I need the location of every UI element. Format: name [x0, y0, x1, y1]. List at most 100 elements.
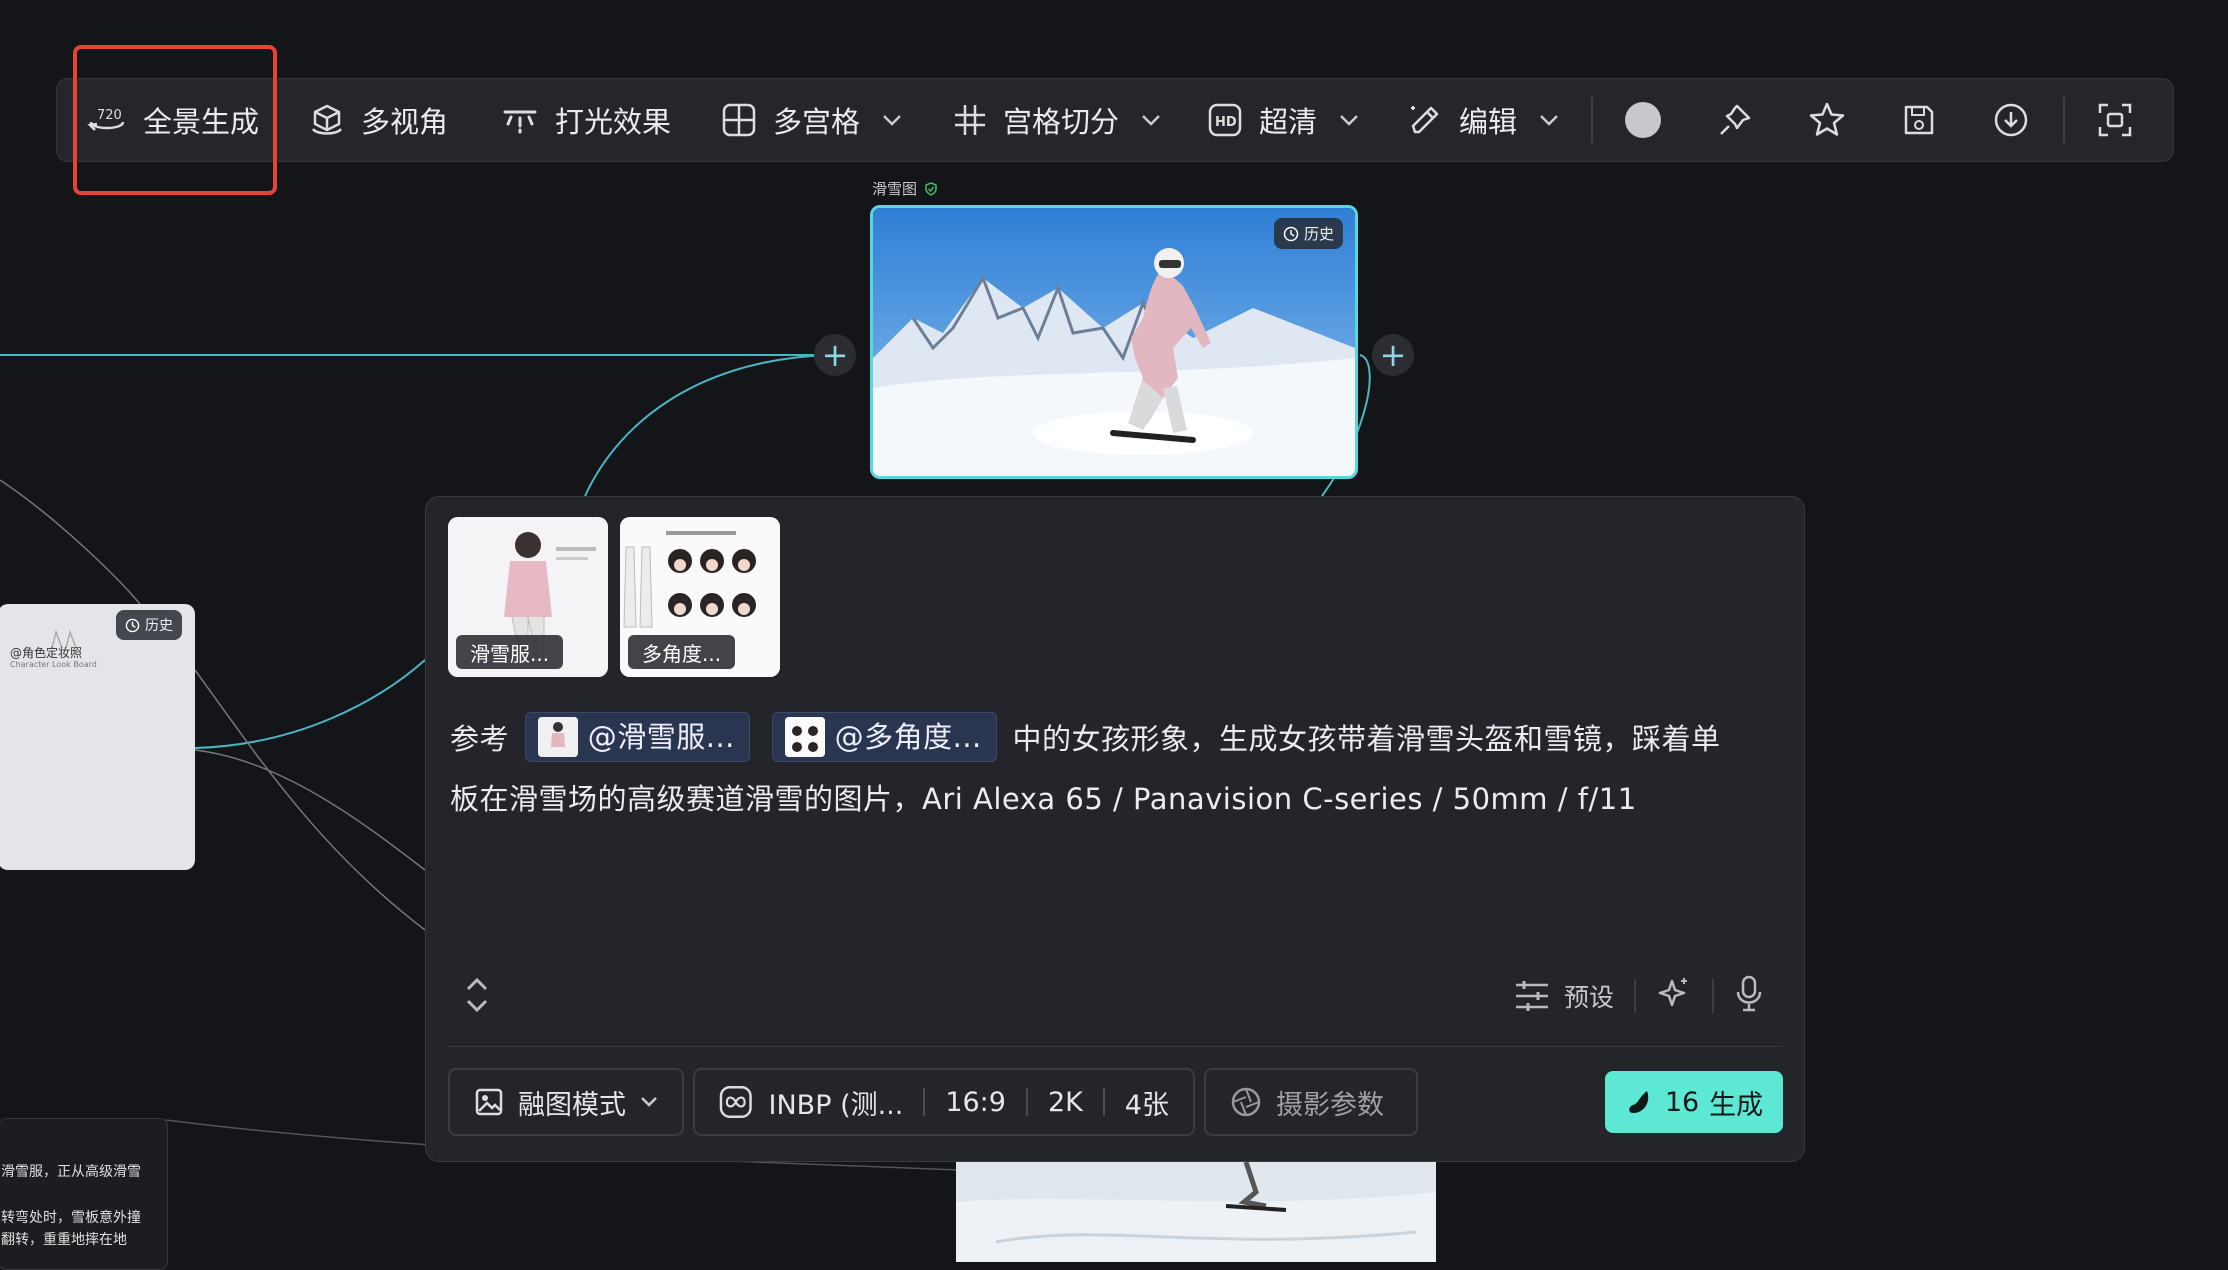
- mode-select[interactable]: 融图模式: [448, 1068, 684, 1136]
- chevron-down-icon: [883, 115, 901, 126]
- result-image: [956, 1162, 1436, 1262]
- separator: [1102, 1088, 1105, 1116]
- mention-chip[interactable]: @多角度...: [771, 712, 997, 762]
- chevron-down-icon: [1142, 115, 1160, 126]
- history-button[interactable]: 历史: [116, 610, 182, 640]
- mode-label: 融图模式: [518, 1089, 626, 1121]
- separator: [923, 1088, 926, 1116]
- hd-label: 超清: [1259, 105, 1318, 139]
- grid-split-label: 宫格切分: [1003, 105, 1120, 139]
- count-label: 4张: [1124, 1089, 1169, 1121]
- history-button[interactable]: 历史: [1273, 218, 1343, 249]
- multi-grid-button[interactable]: 多宫格: [721, 79, 902, 161]
- history-icon: [125, 618, 140, 632]
- color-picker-button[interactable]: [1621, 98, 1665, 142]
- multi-view-button[interactable]: 多视角: [309, 79, 448, 161]
- prompt-prefix: 参考: [450, 722, 510, 756]
- grid-icon: [722, 103, 756, 137]
- prompt-text: 中的女孩形象，生成女孩带着滑雪头盔和雪镜，踩着单: [1012, 722, 1721, 756]
- tools-divider: [1634, 979, 1636, 1013]
- prompt-text: 板在滑雪场的高级赛道滑雪的图片，Ari Alexa 65 / Panavisio…: [450, 782, 1637, 816]
- chevron-down-icon: [641, 1097, 657, 1107]
- add-output-button[interactable]: +: [1372, 334, 1414, 376]
- prompt-tools: 预设: [1514, 971, 1764, 1021]
- plus-icon: +: [1379, 336, 1407, 374]
- camera-params-button[interactable]: 摄影参数: [1204, 1068, 1418, 1136]
- scan-icon: [2098, 103, 2132, 137]
- lighting-button[interactable]: 打光效果: [501, 79, 671, 161]
- aperture-icon: [1231, 1087, 1261, 1117]
- toolbar-divider: [2063, 97, 2065, 143]
- reference-label: 多角度...: [628, 635, 736, 669]
- star-icon: [1809, 102, 1845, 136]
- note-card-node[interactable]: 滑雪服，正从高级滑雪 转弯处时，雪板意外撞 翻转，重重地摔在地: [0, 1118, 168, 1270]
- generate-label: 生成: [1709, 1089, 1764, 1121]
- multi-grid-label: 多宫格: [773, 105, 861, 139]
- fit-screen-button[interactable]: [2093, 98, 2137, 142]
- mention-thumb: [784, 717, 825, 757]
- download-icon: [1994, 103, 2028, 137]
- favorite-button[interactable]: [1805, 98, 1849, 142]
- history-label: 历史: [1303, 225, 1334, 243]
- reference-thumb[interactable]: 多角度...: [620, 517, 780, 677]
- separator: [1025, 1088, 1028, 1116]
- tools-divider: [1712, 979, 1714, 1013]
- edit-button[interactable]: 编辑: [1407, 79, 1559, 161]
- sliders-icon: [1515, 981, 1548, 1011]
- hash-icon: [955, 105, 985, 135]
- image-icon: [475, 1088, 503, 1116]
- panel-divider: [448, 1046, 1782, 1047]
- lighting-icon: [503, 110, 537, 134]
- note-line: 滑雪服，正从高级滑雪: [1, 1164, 141, 1180]
- pin-button[interactable]: [1713, 98, 1757, 142]
- plus-icon: +: [821, 336, 849, 374]
- note-line: 翻转，重重地摔在地: [1, 1232, 127, 1248]
- mention-thumb: [537, 717, 578, 757]
- pencil-sparkle-icon: [1411, 106, 1439, 134]
- ratio-label: 16:9: [945, 1086, 1006, 1118]
- color-dot-icon: [1625, 102, 1661, 138]
- top-toolbar: 720 全景生成 多视角 打光效果 多宫格 宫格切分 HD 超清 编辑: [56, 78, 2174, 162]
- credit-icon: [1629, 1091, 1649, 1113]
- prompt-panel: 滑雪服... 多角度... 参考 @滑雪服... @多角度... 中的女孩形象，…: [425, 496, 1805, 1162]
- history-icon: [1283, 226, 1299, 241]
- model-settings-select[interactable]: INBP (测... 16:9 2K 4张: [693, 1068, 1195, 1136]
- generate-button[interactable]: 16 生成: [1605, 1071, 1783, 1133]
- sparkle-icon: [1658, 978, 1687, 1007]
- preset-label: 预设: [1563, 983, 1614, 1012]
- download-button[interactable]: [1989, 98, 2033, 142]
- lighting-label: 打光效果: [555, 105, 672, 139]
- expand-toggle[interactable]: [464, 975, 490, 1019]
- grid-split-button[interactable]: 宫格切分: [953, 79, 1161, 161]
- expand-icon: [466, 977, 488, 1013]
- preset-button[interactable]: 预设: [1514, 978, 1614, 1014]
- voice-input-button[interactable]: [1734, 974, 1764, 1018]
- mention-label: @滑雪服...: [587, 720, 735, 754]
- verified-icon: [925, 181, 937, 196]
- character-card-node[interactable]: @角色定妆照 Character Look Board 历史: [0, 604, 195, 870]
- model-label: INBP (测...: [768, 1089, 904, 1121]
- model-icon: [719, 1085, 752, 1119]
- node-title-text: 滑雪图: [872, 180, 918, 198]
- add-input-button[interactable]: +: [814, 334, 856, 376]
- svg-text:HD: HD: [1215, 115, 1237, 130]
- pin-icon: [1720, 104, 1751, 135]
- camera-label: 摄影参数: [1276, 1089, 1384, 1121]
- note-line: 转弯处时，雪板意外撞: [1, 1210, 141, 1226]
- prompt-input[interactable]: 参考 @滑雪服... @多角度... 中的女孩形象，生成女孩带着滑雪头盔和雪镜，…: [450, 709, 1780, 829]
- edit-label: 编辑: [1459, 105, 1518, 139]
- toolbar-divider: [1591, 97, 1593, 143]
- result-image-node[interactable]: [956, 1162, 1436, 1262]
- cube-rotate-icon: [311, 104, 343, 135]
- chevron-down-icon: [1540, 115, 1558, 126]
- save-image-button[interactable]: [1897, 98, 1941, 142]
- hd-button[interactable]: HD 超清: [1207, 79, 1359, 161]
- card-title: @角色定妆照: [10, 646, 83, 660]
- ski-image-node[interactable]: 历史: [870, 205, 1358, 479]
- reference-label: 滑雪服...: [456, 635, 564, 669]
- mention-chip[interactable]: @滑雪服...: [524, 712, 750, 762]
- hd-icon: HD: [1208, 103, 1242, 137]
- ai-enhance-button[interactable]: [1656, 975, 1692, 1017]
- reference-thumb[interactable]: 滑雪服...: [448, 517, 608, 677]
- save-image-icon: [1904, 105, 1934, 135]
